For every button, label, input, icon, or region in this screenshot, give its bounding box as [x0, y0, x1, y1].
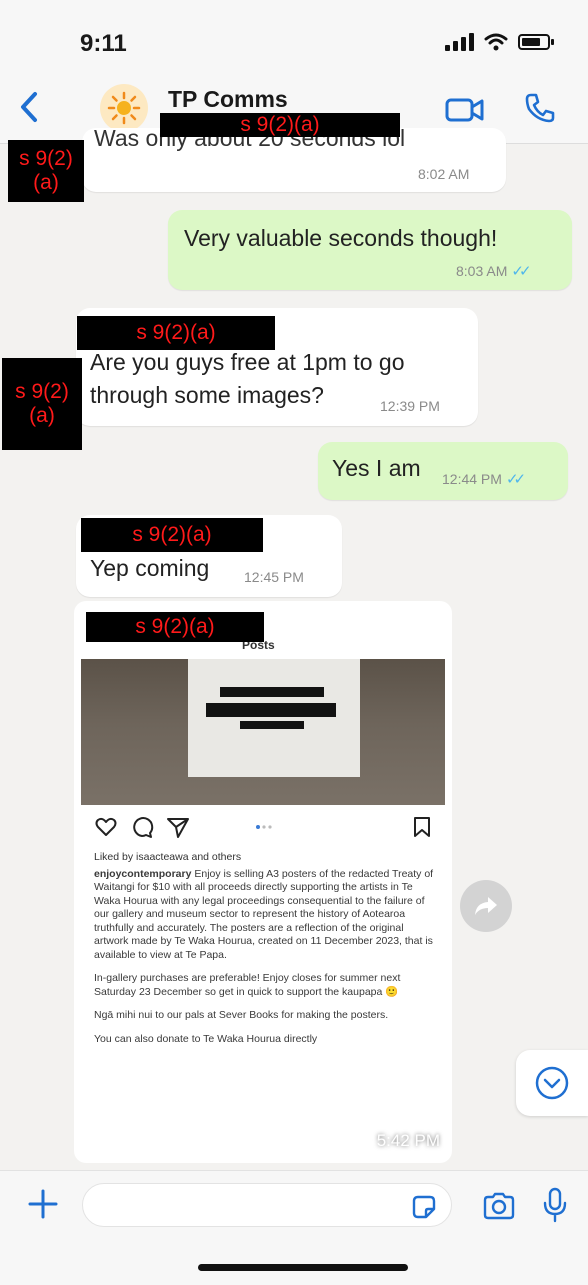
- sun-icon: [107, 91, 141, 125]
- comment-icon[interactable]: [130, 815, 154, 839]
- phone-call-icon[interactable]: [524, 92, 556, 124]
- message-text: Yep coming: [90, 555, 210, 581]
- redaction-block: s 9(2)(a): [77, 316, 275, 350]
- microphone-icon[interactable]: [542, 1187, 568, 1223]
- input-bar: [0, 1170, 588, 1285]
- redaction-block: s 9(2)(a): [86, 612, 264, 642]
- redaction-block: s 9(2)(a): [2, 358, 82, 450]
- ig-caption-user: enjoycontemporary: [94, 867, 192, 880]
- bookmark-icon[interactable]: [410, 815, 434, 839]
- battery-icon: [518, 34, 554, 50]
- message-bubble-incoming[interactable]: Was only about 20 seconds lol 8:02 AM: [82, 125, 506, 192]
- ig-action-bar: [94, 815, 434, 841]
- carousel-dots-icon: [256, 825, 272, 829]
- message-bubble-outgoing[interactable]: Very valuable seconds though! 8:03 AM ✓✓: [168, 210, 572, 290]
- message-time: 12:39 PM: [380, 398, 440, 414]
- message-text: Very valuable seconds though!: [184, 225, 498, 251]
- redaction-block: s 9(2)(a): [8, 140, 84, 202]
- plus-icon[interactable]: [26, 1187, 60, 1221]
- message-bubble-outgoing[interactable]: Yes I am 12:44 PM ✓✓: [318, 442, 568, 500]
- heart-icon[interactable]: [94, 815, 118, 839]
- message-time: 8:02 AM: [418, 166, 470, 182]
- chat-title[interactable]: TP Comms: [168, 86, 288, 113]
- message-time: 8:03 AM ✓✓: [456, 263, 532, 280]
- status-time: 9:11: [80, 30, 127, 57]
- redaction-block: s 9(2)(a): [160, 113, 400, 137]
- image-message[interactable]: Posts Liked by isaacteawa and others enj…: [74, 601, 452, 1163]
- message-input[interactable]: [82, 1183, 452, 1227]
- ig-caption-paragraph: Ngā mihi nui to our pals at Sever Books …: [94, 1009, 389, 1021]
- status-icons: [445, 33, 554, 51]
- status-bar: 9:11: [0, 0, 588, 72]
- chevron-left-icon[interactable]: [18, 90, 48, 126]
- chevron-down-icon: [535, 1066, 569, 1100]
- ig-caption: Liked by isaacteawa and others enjoycont…: [94, 851, 434, 1056]
- camera-icon[interactable]: [482, 1191, 516, 1221]
- ig-post-photo[interactable]: [81, 659, 445, 805]
- ig-caption-body: Enjoy is selling A3 posters of the redac…: [94, 867, 434, 961]
- message-time: 5:42 PM: [376, 1131, 440, 1150]
- home-indicator: [198, 1264, 408, 1271]
- wifi-icon: [484, 33, 508, 51]
- read-receipt-icon: ✓✓: [505, 471, 526, 488]
- forward-button[interactable]: [460, 880, 512, 932]
- redaction-block: s 9(2)(a): [81, 518, 263, 552]
- message-text: through some images?: [90, 382, 324, 408]
- redacted-poster-image: [188, 659, 360, 777]
- sticker-icon[interactable]: [410, 1193, 438, 1221]
- share-icon[interactable]: [166, 815, 190, 839]
- ig-caption-paragraph: You can also donate to Te Waka Hourua di…: [94, 1032, 318, 1045]
- read-receipt-icon: ✓✓: [511, 263, 531, 280]
- video-call-icon[interactable]: [445, 96, 485, 124]
- message-time: 12:45 PM: [244, 569, 304, 585]
- ig-caption-paragraph: In-gallery purchases are preferable! Enj…: [94, 972, 401, 998]
- ig-likes: Liked by isaacteawa and others: [94, 851, 242, 863]
- message-text: Are you guys free at 1pm to go: [90, 349, 405, 375]
- scroll-to-bottom-button[interactable]: [516, 1050, 588, 1116]
- forward-icon: [475, 897, 497, 915]
- message-text: Yes I am: [332, 455, 421, 481]
- signal-icon: [445, 33, 474, 51]
- message-time: 12:44 PM ✓✓: [442, 471, 526, 488]
